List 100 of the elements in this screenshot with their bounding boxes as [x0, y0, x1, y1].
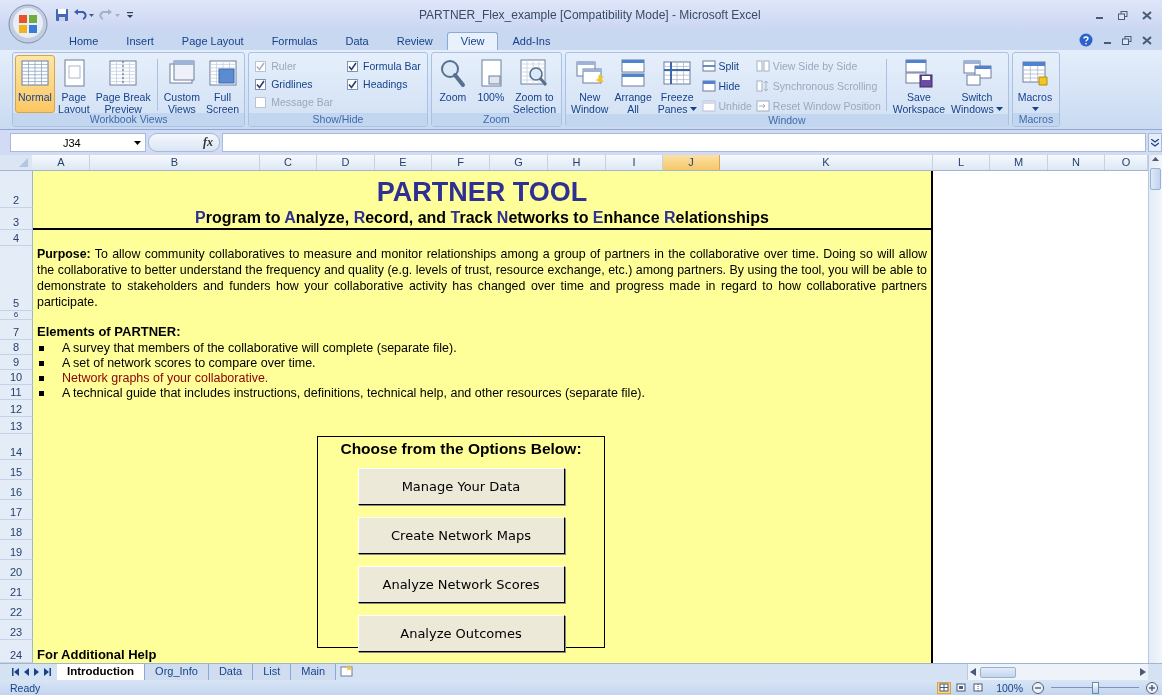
expand-icon[interactable] [1151, 138, 1159, 147]
row-header[interactable]: 11 [0, 385, 33, 400]
ribbon-button[interactable]: 100% [471, 55, 510, 113]
restore-icon[interactable] [1118, 10, 1128, 20]
ribbon-tab[interactable]: Page Layout [167, 32, 258, 50]
column-header[interactable]: F [432, 155, 490, 170]
ribbon-button[interactable]: Switch Windows [948, 55, 1006, 113]
row-header[interactable]: 9 [0, 355, 33, 370]
checkbox[interactable] [347, 60, 359, 72]
zoom-out-icon[interactable] [1032, 681, 1044, 694]
first-sheet-icon[interactable] [12, 668, 19, 676]
ribbon-button[interactable]: New Window [568, 55, 612, 113]
vertical-scrollbar[interactable] [1148, 155, 1162, 663]
row-header[interactable]: 19 [0, 540, 33, 560]
column-header[interactable]: K [720, 155, 933, 170]
scroll-thumb[interactable] [1150, 168, 1161, 190]
view-button[interactable] [937, 681, 952, 694]
column-header[interactable]: G [490, 155, 548, 170]
zoom-level[interactable]: 100% [996, 681, 1023, 694]
ribbon-button[interactable]: Macros [1014, 55, 1056, 113]
row-header[interactable]: 15 [0, 460, 33, 480]
column-header[interactable]: C [260, 155, 317, 170]
option-button[interactable]: Analyze Network Scores [357, 566, 565, 603]
ribbon-button[interactable]: Freeze Panes [654, 55, 700, 113]
ribbon-tab[interactable]: Data [331, 32, 383, 50]
sheet-tab[interactable]: Main [291, 664, 337, 680]
ribbon-tab[interactable]: Review [382, 32, 447, 50]
option-button[interactable]: Analyze Outcomes [357, 615, 565, 652]
row-header[interactable]: 20 [0, 560, 33, 580]
column-header[interactable]: D [317, 155, 375, 170]
row-header[interactable]: 12 [0, 400, 33, 417]
sheet-tab[interactable]: Data [208, 664, 254, 680]
column-header[interactable]: L [933, 155, 990, 170]
row-header[interactable]: 10 [0, 370, 33, 385]
row-header[interactable]: 4 [0, 230, 33, 246]
row-header[interactable]: 3 [0, 208, 33, 230]
view-button[interactable] [971, 681, 986, 694]
ribbon-button[interactable]: Page Break Preview [92, 55, 154, 113]
option-button[interactable]: Create Network Maps [357, 517, 565, 554]
formula-field[interactable] [222, 133, 1146, 152]
row-header[interactable]: 22 [0, 600, 33, 620]
row-header[interactable]: 7 [0, 320, 33, 340]
row-header[interactable]: 21 [0, 580, 33, 600]
column-header[interactable]: E [375, 155, 432, 170]
close-icon[interactable] [1142, 35, 1152, 45]
close-icon[interactable] [1142, 10, 1152, 20]
checkbox[interactable] [347, 78, 359, 90]
scroll-right-icon[interactable] [1140, 668, 1146, 676]
ribbon-button[interactable]: Zoom to Selection [509, 55, 560, 113]
scroll-left-icon[interactable] [970, 668, 976, 676]
undo-icon[interactable] [73, 8, 95, 22]
scroll-up-icon[interactable] [1151, 155, 1160, 164]
sheet-tab[interactable]: List [253, 664, 292, 680]
column-header[interactable]: H [548, 155, 606, 170]
slider-thumb[interactable] [1092, 681, 1099, 694]
ribbon-tab[interactable]: Insert [112, 32, 168, 50]
next-sheet-icon[interactable] [34, 668, 39, 676]
row-header[interactable]: 5 [0, 246, 33, 311]
row-header[interactable]: 14 [0, 434, 33, 460]
previous-sheet-icon[interactable] [24, 668, 29, 676]
row-header[interactable]: 2 [0, 171, 33, 208]
column-header[interactable]: N [1048, 155, 1105, 170]
option-button[interactable]: Manage Your Data [357, 468, 565, 505]
ribbon-tab[interactable]: Home [55, 32, 113, 50]
help-icon[interactable] [1079, 33, 1093, 47]
column-header[interactable]: J [663, 155, 720, 170]
row-header[interactable]: 13 [0, 417, 33, 434]
sheet-tab[interactable]: Introduction [57, 664, 146, 680]
row-header[interactable]: 18 [0, 520, 33, 540]
ribbon-button[interactable]: Full Screen [202, 55, 243, 113]
ribbon-button[interactable]: Zoom [433, 55, 472, 113]
scroll-thumb[interactable] [980, 666, 1016, 678]
ribbon-button[interactable]: Arrange All [611, 55, 655, 113]
ribbon-button[interactable]: Hide [701, 77, 752, 94]
column-header[interactable]: A [33, 155, 90, 170]
save-icon[interactable] [55, 8, 69, 22]
view-button[interactable] [954, 681, 969, 694]
zoom-slider[interactable] [1051, 681, 1139, 694]
horizontal-scrollbar[interactable] [967, 664, 1148, 680]
ribbon-button[interactable]: Save Workspace [889, 55, 949, 113]
column-header[interactable]: M [990, 155, 1048, 170]
column-header[interactable]: B [90, 155, 260, 170]
row-header[interactable]: 8 [0, 340, 33, 355]
row-header[interactable]: 6 [0, 311, 33, 320]
ribbon-tab[interactable]: Formulas [257, 32, 332, 50]
row-header[interactable]: 24 [0, 640, 33, 663]
ribbon-button[interactable]: Split [701, 57, 752, 74]
restore-icon[interactable] [1122, 35, 1132, 45]
row-header[interactable]: 17 [0, 500, 33, 520]
last-sheet-icon[interactable] [44, 668, 51, 676]
ribbon-tab[interactable]: View [446, 32, 499, 50]
ribbon-tab[interactable]: Add-Ins [498, 32, 565, 50]
ribbon-button[interactable]: Custom Views [160, 55, 203, 113]
zoom-in-icon[interactable] [1146, 681, 1158, 694]
row-header[interactable]: 16 [0, 480, 33, 500]
sheet-tab[interactable]: Org_Info [145, 664, 209, 680]
ribbon-button[interactable]: Normal [15, 55, 55, 113]
checkbox[interactable] [255, 78, 267, 90]
row-header[interactable]: 23 [0, 620, 33, 640]
function-button[interactable]: fx [203, 135, 213, 150]
